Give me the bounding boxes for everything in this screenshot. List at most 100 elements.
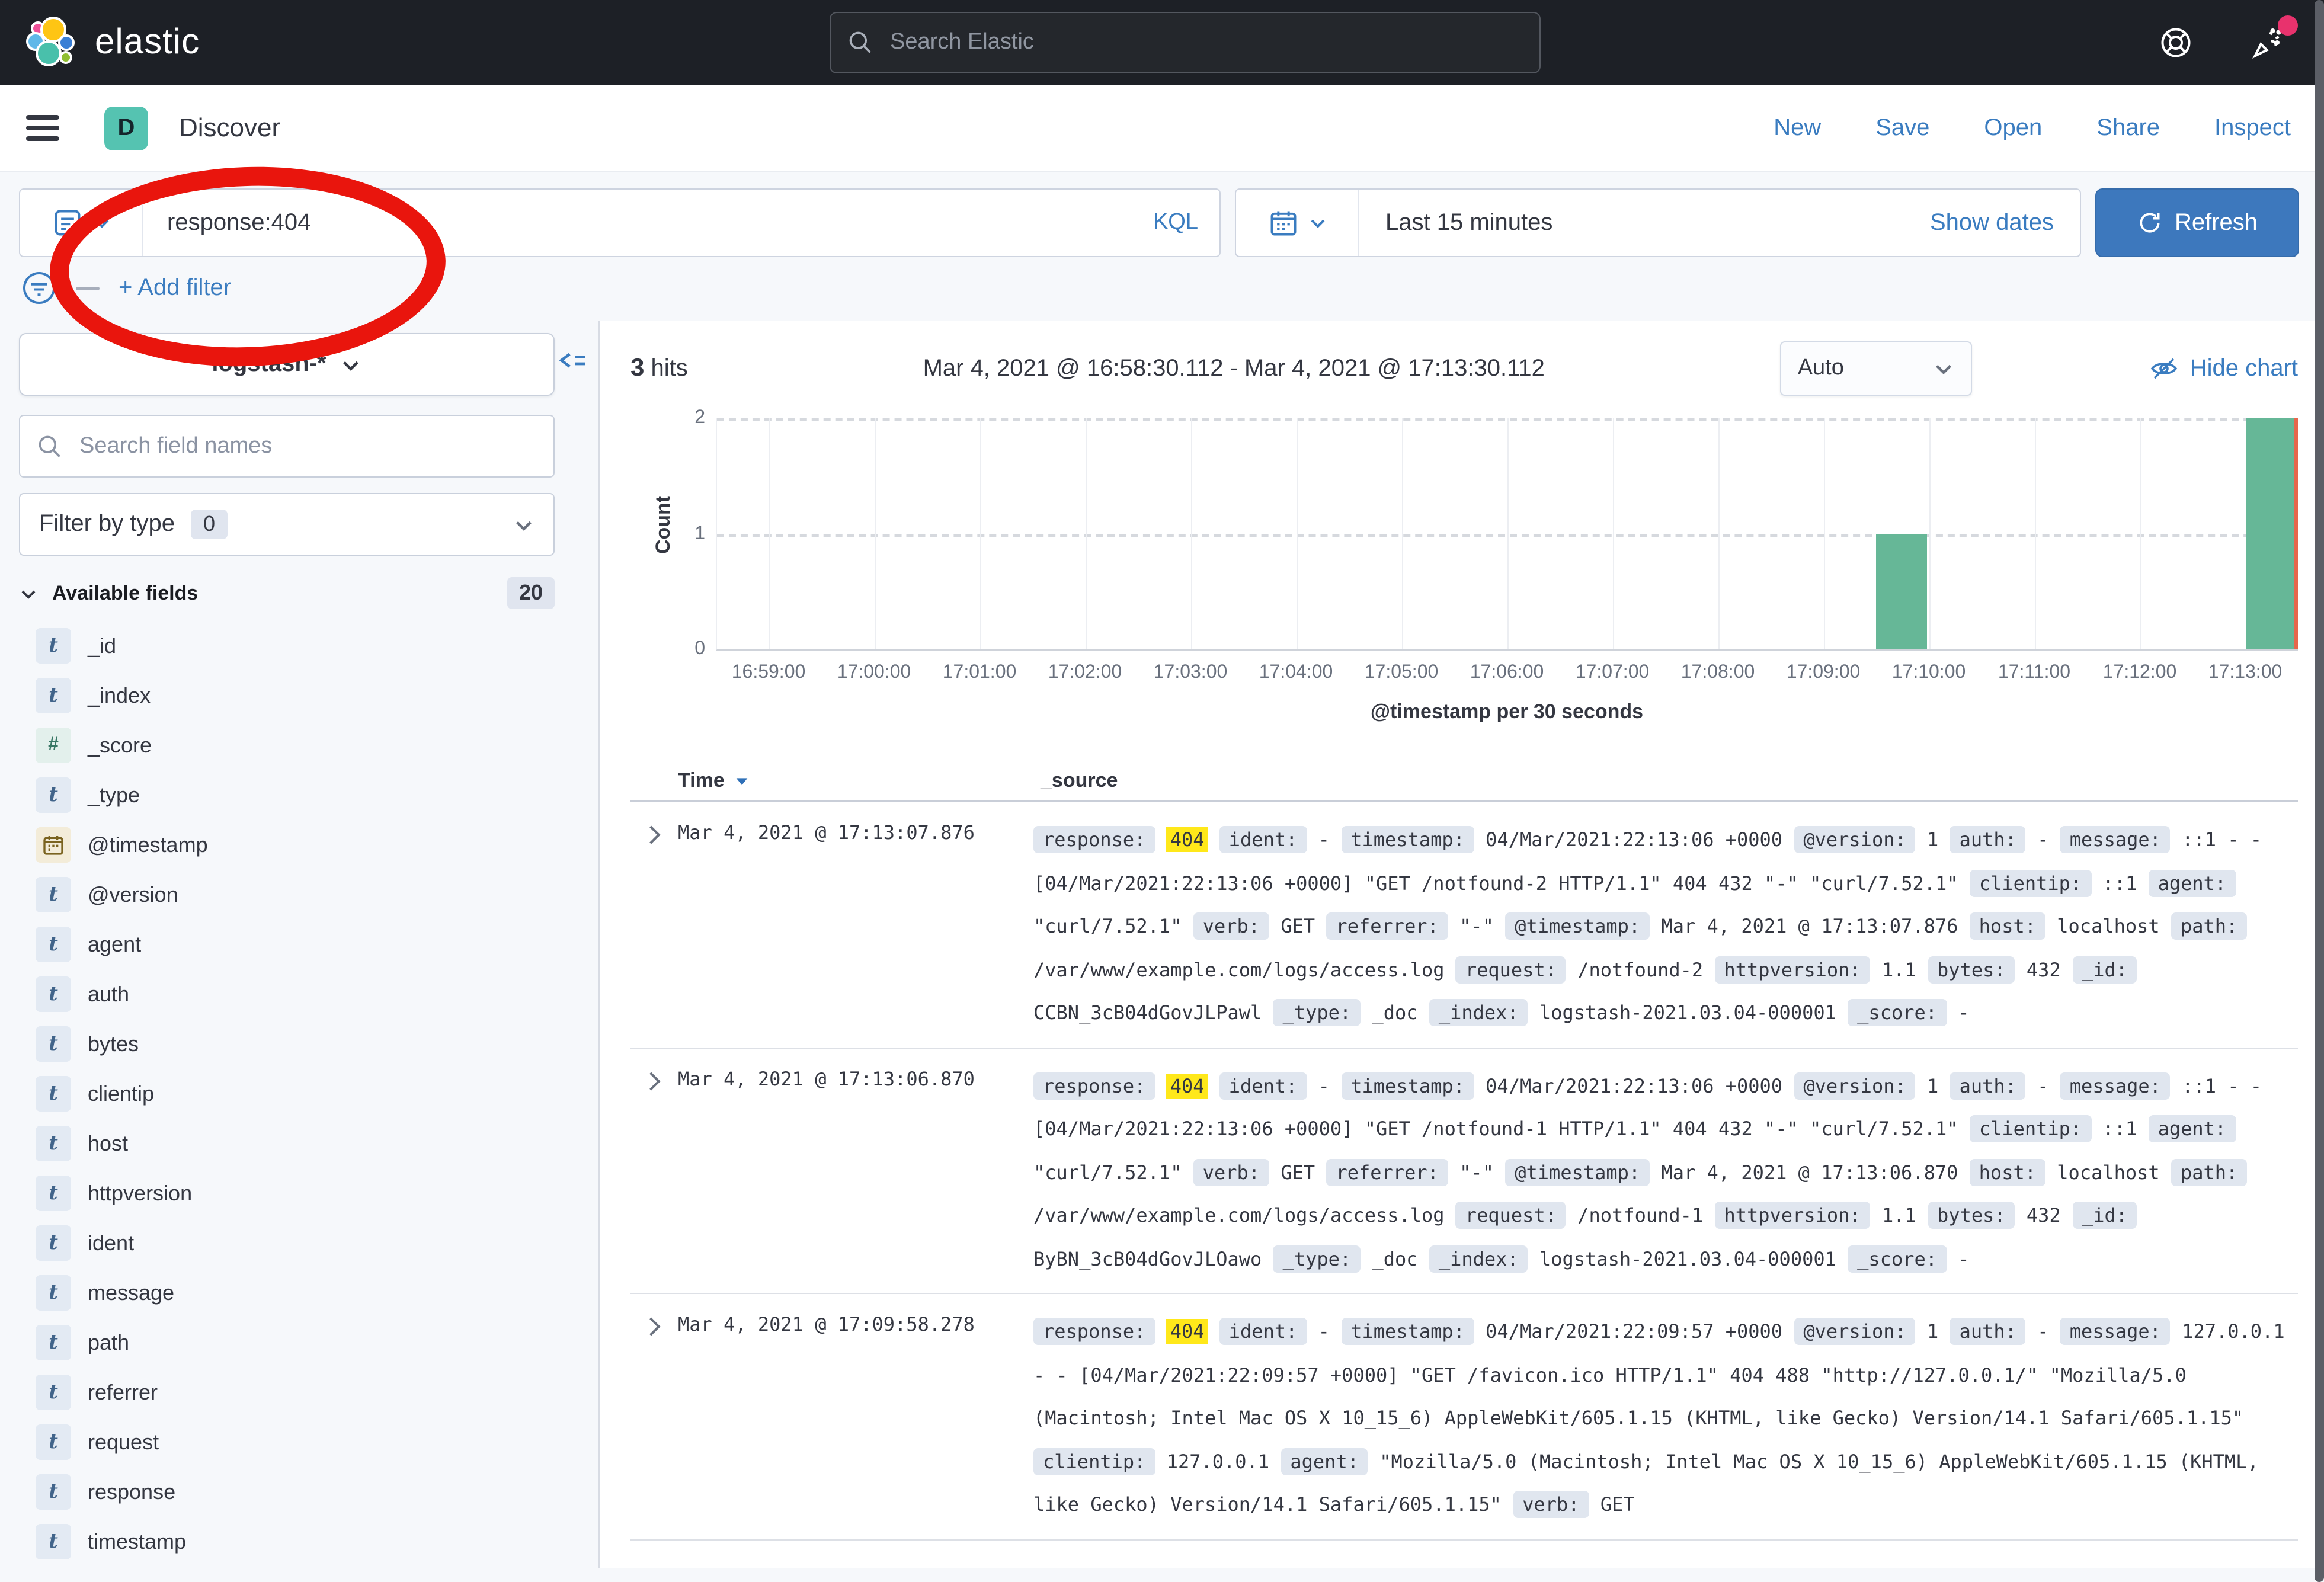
x-tick-label: 17:04:00	[1259, 662, 1333, 684]
field-item-bytes[interactable]: tbytes	[19, 1019, 580, 1069]
available-fields-header[interactable]: Available fields 20	[19, 577, 555, 609]
field-badge: timestamp:	[1341, 1072, 1474, 1099]
field-badge: _type:	[1273, 1245, 1361, 1272]
index-pattern-selector[interactable]: logstash-*	[19, 333, 555, 396]
time-column-header[interactable]: Time	[678, 769, 1041, 793]
field-badge: _score:	[1848, 999, 1947, 1026]
show-dates-button[interactable]: Show dates	[1930, 209, 2080, 236]
text-field-icon: t	[36, 628, 71, 664]
field-item-httpversion[interactable]: t httpversion	[19, 1168, 580, 1218]
field-badge: request:	[1456, 1202, 1566, 1229]
row-source: response: 404 ident: - timestamp: 04/Mar…	[1033, 1065, 2298, 1281]
chart-plot-area[interactable]: 210	[716, 418, 2298, 651]
field-item-host[interactable]: thost	[19, 1119, 580, 1168]
field-item-timestamp[interactable]: @timestamp	[19, 820, 580, 870]
discover-main-panel: 3 hits Mar 4, 2021 @ 16:58:30.112 - Mar …	[598, 321, 2324, 1568]
chevron-down-icon	[341, 354, 362, 375]
available-fields-count-badge: 20	[507, 577, 555, 609]
histogram-bar[interactable]	[2245, 418, 2296, 649]
field-item-type[interactable]: t_type	[19, 770, 580, 820]
highlighted-value: 404	[1167, 1073, 1208, 1098]
nav-action-inspect[interactable]: Inspect	[2214, 114, 2291, 142]
row-time: Mar 4, 2021 @ 17:13:07.876	[678, 819, 1033, 1035]
field-name: _index	[88, 683, 151, 708]
x-tick-label: 17:08:00	[1681, 662, 1755, 684]
x-tick-label: 17:07:00	[1576, 662, 1650, 684]
date-quick-select-button[interactable]	[1236, 190, 1359, 256]
field-item-path[interactable]: tpath	[19, 1318, 580, 1368]
query-language-button[interactable]: KQL	[1132, 210, 1219, 236]
field-item-referrer[interactable]: treferrer	[19, 1368, 580, 1417]
saved-query-menu-button[interactable]	[20, 190, 143, 256]
field-name: httpversion	[88, 1181, 192, 1206]
source-column-header[interactable]: _source	[1041, 769, 1118, 793]
x-axis-label: @timestamp per 30 seconds	[716, 691, 2298, 731]
field-item-ident[interactable]: tident	[19, 1218, 580, 1268]
field-name: _id	[88, 633, 116, 658]
query-input[interactable]	[143, 209, 1132, 236]
hide-chart-button[interactable]: Hide chart	[2150, 354, 2298, 383]
newsfeed-icon[interactable]	[2248, 23, 2288, 63]
filter-icon[interactable]	[21, 270, 57, 306]
field-item-index[interactable]: t_index	[19, 671, 580, 720]
date-picker: Last 15 minutes Show dates	[1235, 188, 2081, 257]
x-gridline	[1086, 418, 1087, 649]
text-field-icon: t	[36, 777, 71, 813]
filter-by-type-dropdown[interactable]: Filter by type 0	[19, 493, 555, 556]
field-badge: verb:	[1513, 1491, 1589, 1518]
highlighted-value: 404	[1167, 1319, 1208, 1344]
help-icon[interactable]	[2156, 23, 2196, 63]
field-badge: agent:	[2149, 869, 2236, 896]
eye-slash-icon	[2150, 354, 2178, 383]
field-item-id[interactable]: t _id	[19, 621, 580, 671]
interval-select[interactable]: Auto	[1780, 341, 1972, 396]
top-navigation-bar: elastic	[0, 0, 2324, 85]
x-tick-label: 17:06:00	[1470, 662, 1544, 684]
field-item-clientip[interactable]: tclientip	[19, 1069, 580, 1119]
text-field-icon: t	[36, 1375, 71, 1410]
nav-action-new[interactable]: New	[1774, 114, 1821, 142]
field-item-score[interactable]: #_score	[19, 720, 580, 770]
field-badge: referrer:	[1326, 1158, 1448, 1186]
collapse-sidebar-icon[interactable]	[556, 347, 589, 380]
elastic-brand[interactable]: elastic	[26, 17, 200, 69]
field-name: bytes	[88, 1032, 139, 1056]
field-item-response[interactable]: tresponse	[19, 1467, 580, 1517]
content-area: logstash-* Filter by type 0	[0, 321, 2324, 1568]
time-range-value[interactable]: Last 15 minutes	[1359, 209, 1552, 236]
field-search-box[interactable]	[19, 415, 555, 478]
toolbar-actions: New Save Open Share Inspect	[1774, 114, 2291, 142]
scrollbar[interactable]	[2315, 0, 2324, 1582]
field-item-auth[interactable]: tauth	[19, 969, 580, 1019]
expand-row-chevron-icon[interactable]	[638, 1065, 678, 1281]
field-item-agent[interactable]: tagent	[19, 920, 580, 969]
field-name: path	[88, 1330, 129, 1355]
row-time: Mar 4, 2021 @ 17:13:06.870	[678, 1065, 1033, 1281]
row-source: response: 404 ident: - timestamp: 04/Mar…	[1033, 1311, 2298, 1527]
field-badge: httpversion:	[1714, 1202, 1870, 1229]
field-search-input[interactable]	[77, 432, 537, 460]
expand-row-chevron-icon[interactable]	[638, 1311, 678, 1527]
x-gridline	[2140, 418, 2141, 649]
histogram-chart[interactable]: Count 210 16:59:0017:00:0017:01:0017:02:…	[630, 418, 2298, 731]
global-search-box[interactable]	[830, 12, 1541, 73]
global-search-input[interactable]	[888, 28, 1523, 57]
nav-action-save[interactable]: Save	[1875, 114, 1929, 142]
nav-action-open[interactable]: Open	[1984, 114, 2042, 142]
field-badge: response:	[1033, 826, 1155, 853]
add-filter-button[interactable]: + Add filter	[119, 274, 231, 302]
text-field-icon: t	[36, 1176, 71, 1211]
field-item-timestamp[interactable]: ttimestamp	[19, 1517, 580, 1567]
expand-row-chevron-icon[interactable]	[638, 819, 678, 1035]
chevron-down-icon	[92, 213, 111, 232]
hits-header: 3 hits Mar 4, 2021 @ 16:58:30.112 - Mar …	[630, 331, 2298, 406]
histogram-bar[interactable]	[1877, 534, 1927, 649]
refresh-button[interactable]: Refresh	[2095, 188, 2299, 257]
menu-hamburger-icon[interactable]	[26, 115, 59, 141]
nav-action-share[interactable]: Share	[2096, 114, 2160, 142]
text-field-icon: t	[36, 1026, 71, 1062]
field-item-request[interactable]: trequest	[19, 1417, 580, 1467]
field-item-version[interactable]: t@version	[19, 870, 580, 920]
field-name: timestamp	[88, 1529, 186, 1554]
field-item-message[interactable]: tmessage	[19, 1268, 580, 1318]
